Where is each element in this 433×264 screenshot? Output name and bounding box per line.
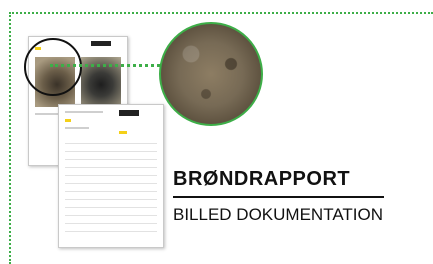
table-row-line — [65, 151, 157, 152]
report-header-line — [65, 111, 103, 113]
table-row-line — [65, 175, 157, 176]
table-row-line — [65, 183, 157, 184]
table-row-line — [65, 207, 157, 208]
magnifier-circle-icon — [24, 38, 82, 96]
table-row-line — [65, 167, 157, 168]
frame-dotted-top — [9, 12, 433, 14]
report-logo — [91, 41, 111, 46]
report-subheader-line — [65, 127, 89, 129]
frame-dotted-left — [9, 12, 11, 264]
table-row-line — [65, 199, 157, 200]
table-row-line — [65, 143, 157, 144]
zoom-connector-line — [50, 64, 160, 67]
report-page-table — [58, 104, 164, 248]
report-logo — [119, 110, 139, 116]
report-highlight — [65, 119, 71, 122]
table-row-line — [65, 191, 157, 192]
title-divider — [173, 196, 384, 198]
table-row-line — [65, 231, 157, 232]
report-highlight — [119, 131, 127, 134]
page-title: BRØNDRAPPORT — [173, 168, 351, 190]
zoomed-manhole-detail — [159, 22, 263, 126]
page-subtitle: BILLED DOKUMENTATION — [173, 205, 384, 224]
table-row-line — [65, 223, 157, 224]
table-row-line — [65, 159, 157, 160]
table-row-line — [65, 215, 157, 216]
